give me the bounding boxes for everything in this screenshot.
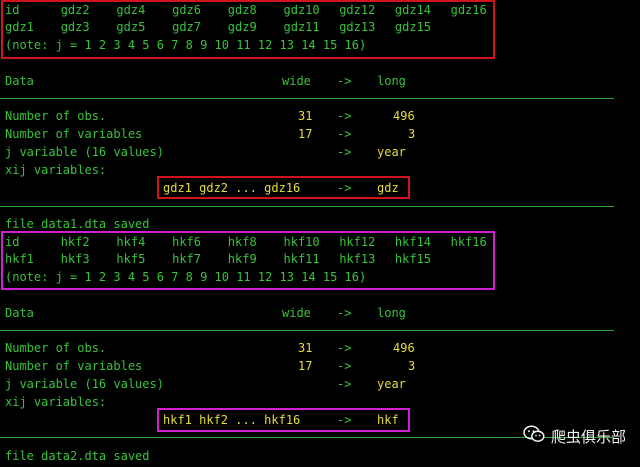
variable-name: hkf6 [172,235,201,249]
variable-name: gdz5 [116,20,146,34]
obs-label: Number of obs. [5,341,107,355]
variable-name: id [5,3,20,17]
xij-to: gdz [377,181,399,195]
variable-name: hkf7 [172,252,201,266]
variable-name: hkf2 [60,235,90,249]
jvar-label: j variable (16 values) [5,145,164,159]
variable-name: hkf5 [116,252,146,266]
variable-name: hkf15 [394,252,432,266]
variable-name: hkf1 [5,252,34,266]
watermark-text: 爬虫俱乐部 [550,427,626,446]
variable-name: gdz15 [394,20,432,34]
variable-name: gdz2 [60,3,90,17]
divider [0,437,614,438]
variable-name: hkf9 [227,252,257,266]
variable-name: gdz11 [283,20,320,34]
variable-name: hkf3 [60,252,90,266]
xij-arrow: -> [337,413,352,427]
file-saved-message: file data1.dta saved [5,217,150,231]
vars-long-value: 3 [408,127,416,141]
variable-name: hkf4 [116,235,146,249]
vars-long-value: 3 [408,359,416,373]
jvar-long-value: year [377,377,406,391]
xij-from: gdz1 gdz2 ... gdz16 [163,181,301,195]
variable-name: hkf10 [283,235,320,249]
variable-name: gdz1 [5,20,34,34]
reshape-note-block2: (note: j = 1 2 3 4 5 6 7 8 9 10 11 12 13… [5,270,367,284]
obs-arrow: -> [337,109,352,123]
variable-name: gdz14 [394,3,432,17]
variable-name: gdz9 [227,20,257,34]
xij-label: xij variables: [5,163,107,177]
vars-wide-value: 17 [298,127,313,141]
variable-name: gdz10 [283,3,320,17]
variable-name: gdz8 [227,3,257,17]
variable-name: id [5,235,20,249]
obs-long-value: 496 [393,341,415,355]
vars-arrow: -> [337,359,352,373]
vars-arrow: -> [337,127,352,141]
header-wide-label: wide [282,74,311,88]
obs-label: Number of obs. [5,109,107,123]
obs-arrow: -> [337,341,352,355]
jvar-arrow: -> [337,377,352,391]
vars-label: Number of variables [5,359,143,373]
header-long-label: long [377,306,406,320]
variable-name: gdz12 [339,3,376,17]
variable-name: hkf13 [339,252,376,266]
jvar-long-value: year [377,145,406,159]
reshape-note-block1: (note: j = 1 2 3 4 5 6 7 8 9 10 11 12 13… [5,38,367,52]
vars-label: Number of variables [5,127,143,141]
file-saved-message: file data2.dta saved [5,449,150,463]
divider [0,98,614,99]
xij-to: hkf [377,413,399,427]
obs-long-value: 496 [393,109,415,123]
wechat-icon [523,425,551,447]
header-data-label: Data [5,74,34,88]
variable-name: gdz7 [172,20,201,34]
variable-name: hkf14 [394,235,432,249]
variable-name: gdz4 [116,3,146,17]
header-arrow: -> [337,306,352,320]
vars-wide-value: 17 [298,359,313,373]
xij-arrow: -> [337,181,352,195]
watermark: 爬虫俱乐部 [523,425,626,447]
header-long-label: long [377,74,406,88]
jvar-arrow: -> [337,145,352,159]
divider [0,206,614,207]
obs-wide-value: 31 [298,109,313,123]
header-data-label: Data [5,306,34,320]
jvar-label: j variable (16 values) [5,377,164,391]
header-wide-label: wide [282,306,311,320]
xij-label: xij variables: [5,395,107,409]
divider [0,330,614,331]
obs-wide-value: 31 [298,341,313,355]
variable-name: gdz6 [172,3,201,17]
header-arrow: -> [337,74,352,88]
variable-name: gdz13 [339,20,376,34]
variable-name: hkf11 [283,252,320,266]
variable-name: hkf16 [450,235,487,249]
variable-name: hkf12 [339,235,376,249]
variable-name: gdz3 [60,20,90,34]
variable-name: hkf8 [227,235,257,249]
xij-from: hkf1 hkf2 ... hkf16 [163,413,301,427]
variable-name: gdz16 [450,3,487,17]
